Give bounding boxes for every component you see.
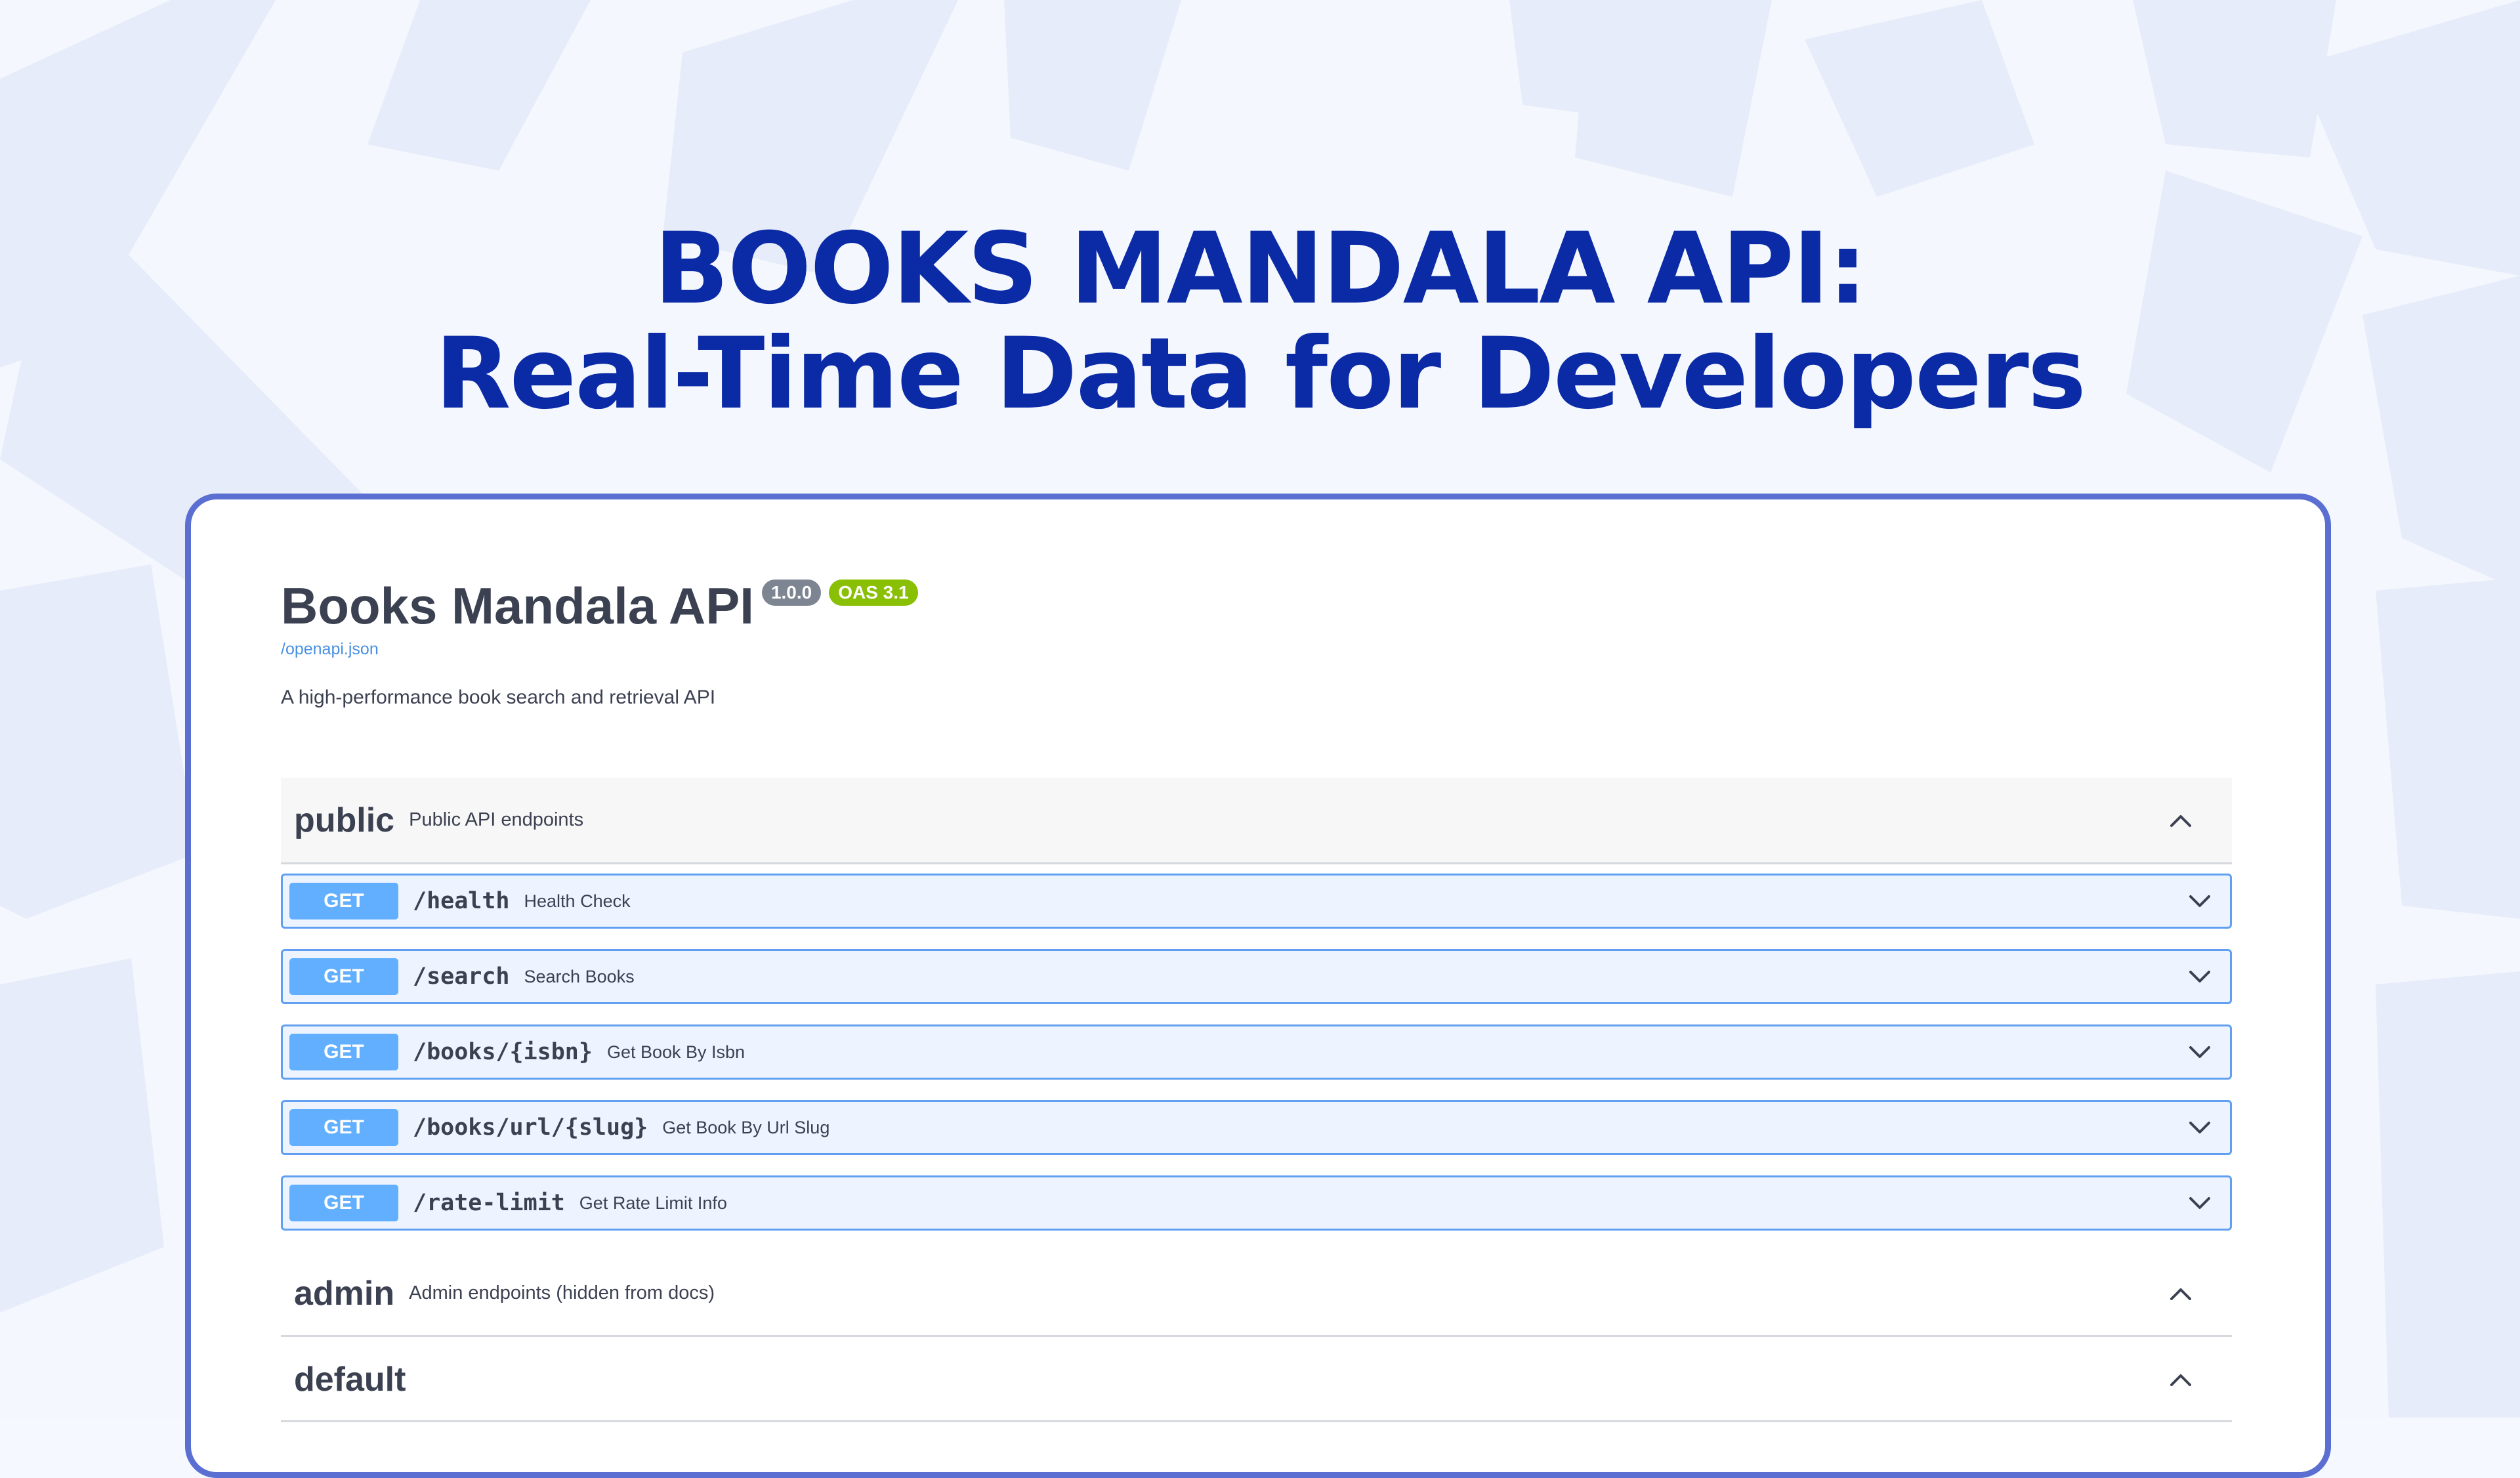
- chevron-down-icon[interactable]: [2187, 963, 2213, 990]
- api-description: A high-performance book search and retri…: [281, 686, 716, 708]
- operation-summary: Health Check: [524, 891, 631, 911]
- operation-summary: Get Book By Url Slug: [662, 1117, 830, 1137]
- section-admin-header[interactable]: admin Admin endpoints (hidden from docs): [281, 1252, 2232, 1337]
- chevron-up-icon[interactable]: [2168, 1366, 2194, 1393]
- section-public-header[interactable]: public Public API endpoints: [281, 778, 2232, 864]
- swagger-card: Books Mandala API 1.0.0 OAS 3.1 /openapi…: [185, 494, 2331, 1478]
- operation-get-rate-limit[interactable]: GET /rate-limit Get Rate Limit Info: [281, 1175, 2232, 1231]
- operation-summary: Get Rate Limit Info: [579, 1193, 727, 1213]
- section-description: Admin endpoints (hidden from docs): [409, 1282, 715, 1303]
- section-name: default: [294, 1361, 406, 1399]
- operation-path: /health: [413, 888, 510, 914]
- method-badge: GET: [289, 958, 398, 995]
- operation-get-health[interactable]: GET /health Health Check: [281, 874, 2232, 929]
- api-title: Books Mandala API: [281, 577, 754, 635]
- page-headline: BOOKS MANDALA API: Real-Time Data for De…: [0, 217, 2520, 427]
- operation-summary: Search Books: [524, 966, 635, 986]
- method-badge: GET: [289, 1109, 398, 1146]
- section-description: Public API endpoints: [409, 809, 584, 830]
- chevron-down-icon[interactable]: [2187, 1114, 2213, 1141]
- operation-path: /books/{isbn}: [413, 1039, 593, 1065]
- chevron-down-icon[interactable]: [2187, 1190, 2213, 1216]
- chevron-up-icon[interactable]: [2168, 1280, 2194, 1307]
- method-badge: GET: [289, 1034, 398, 1070]
- operation-get-book-by-url-slug[interactable]: GET /books/url/{slug} Get Book By Url Sl…: [281, 1100, 2232, 1155]
- section-default-header[interactable]: default: [281, 1339, 2232, 1422]
- operation-get-book-by-isbn[interactable]: GET /books/{isbn} Get Book By Isbn: [281, 1024, 2232, 1080]
- section-name: public: [294, 801, 395, 839]
- method-badge: GET: [289, 1185, 398, 1221]
- operation-summary: Get Book By Isbn: [606, 1042, 746, 1062]
- headline-line-2: Real-Time Data for Developers: [434, 317, 2086, 431]
- method-badge: GET: [289, 883, 398, 919]
- operation-path: /rate-limit: [413, 1190, 565, 1216]
- chevron-down-icon[interactable]: [2187, 888, 2213, 914]
- openapi-json-link[interactable]: /openapi.json: [281, 640, 379, 659]
- chevron-up-icon[interactable]: [2168, 807, 2194, 834]
- operation-get-search[interactable]: GET /search Search Books: [281, 949, 2232, 1004]
- api-title-row: Books Mandala API 1.0.0 OAS 3.1: [281, 573, 918, 639]
- section-name: admin: [294, 1274, 395, 1313]
- operation-path: /books/url/{slug}: [413, 1114, 648, 1141]
- operation-path: /search: [413, 963, 510, 990]
- version-badge: 1.0.0: [761, 580, 822, 606]
- headline-line-1: BOOKS MANDALA API:: [654, 212, 1867, 326]
- oas-badge: OAS 3.1: [829, 580, 918, 606]
- chevron-down-icon[interactable]: [2187, 1039, 2213, 1065]
